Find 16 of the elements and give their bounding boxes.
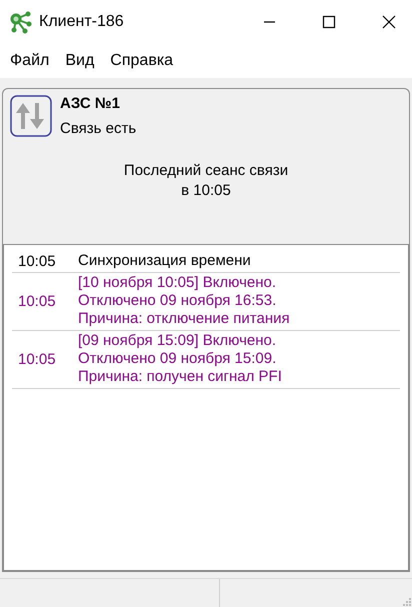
menu-item[interactable]: Файл bbox=[6, 52, 54, 70]
event-time: 10:05 bbox=[17, 350, 57, 368]
event-time: 10:05 bbox=[17, 252, 57, 270]
event-message: [09 ноября 15:09] Включено. Отключено 09 ноября 15:09. Причина: получен сигнал PFI bbox=[78, 332, 282, 386]
last-session-text: Последний сеанс связи в 10:05 bbox=[124, 161, 288, 201]
window-title: Клиент-186 bbox=[39, 13, 124, 31]
app-icon bbox=[9, 10, 33, 34]
station-name: АЗС №1 bbox=[60, 95, 121, 112]
transfer-arrows-icon bbox=[10, 95, 52, 137]
connection-status: Связь есть bbox=[60, 120, 136, 137]
event-message: Синхронизация времени bbox=[78, 252, 251, 270]
menu-item[interactable]: Вид bbox=[61, 52, 98, 70]
event-time: 10:05 bbox=[17, 292, 57, 310]
menu-item[interactable]: Справка bbox=[106, 52, 178, 70]
resize-grip-icon[interactable] bbox=[402, 597, 412, 607]
event-message: [10 ноября 10:05] Включено. Отключено 09 ноября 16:53. Причина: отключение питания bbox=[78, 274, 290, 328]
